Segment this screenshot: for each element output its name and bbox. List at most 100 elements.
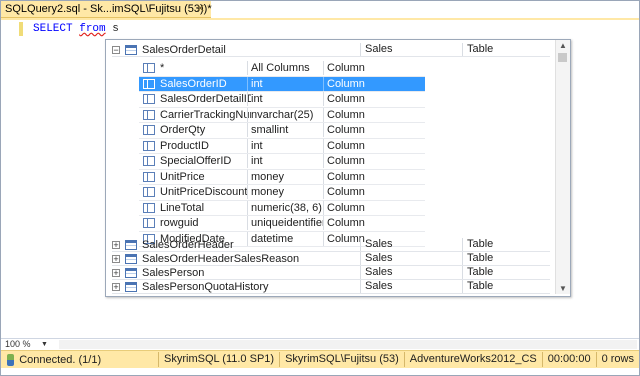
column-row[interactable]: UnitPriceDiscount money Column: [139, 185, 425, 201]
elapsed-time: 00:00:00: [541, 352, 596, 367]
from-keyword: from: [79, 23, 106, 35]
column-type: uniqueidentifier: [247, 216, 323, 231]
column-row[interactable]: ProductID int Column: [139, 138, 425, 154]
column-name: ProductID: [160, 139, 209, 152]
column-icon: [143, 140, 155, 151]
column-name: SalesOrderID: [160, 77, 227, 90]
column-kind: Column: [323, 154, 365, 169]
column-type: All Columns: [247, 61, 323, 76]
column-type: money: [247, 185, 323, 200]
column-icon: [143, 202, 155, 213]
table-schema: Sales: [360, 238, 462, 251]
column-type: int: [247, 154, 323, 169]
table-icon: [125, 253, 137, 264]
scroll-thumb[interactable]: [558, 53, 567, 62]
expand-toggle-icon[interactable]: +: [112, 282, 120, 291]
expand-toggle-icon[interactable]: +: [112, 240, 120, 249]
table-icon: [125, 239, 137, 250]
column-name: SalesOrderDetailID: [160, 93, 251, 106]
column-row[interactable]: * All Columns Column: [139, 61, 425, 77]
expand-toggle-icon[interactable]: +: [112, 254, 120, 263]
column-kind: Column: [323, 216, 365, 231]
column-icon: [143, 63, 155, 74]
horizontal-scrollbar[interactable]: [59, 340, 637, 349]
column-row[interactable]: OrderQty smallint Column: [139, 123, 425, 139]
column-row[interactable]: rowguid uniqueidentifier Column: [139, 216, 425, 232]
table-name: SalesPersonQuotaHistory: [142, 280, 269, 293]
column-kind: Column: [323, 107, 365, 122]
table-kind: Table: [462, 238, 552, 251]
column-type: int: [247, 138, 323, 153]
column-name: *: [160, 62, 165, 75]
column-type: smallint: [247, 123, 323, 138]
sql-editor[interactable]: SELECT from s − SalesOrderDetail Sales T…: [1, 20, 639, 337]
table-name: SalesOrderHeader: [142, 238, 234, 251]
column-row[interactable]: SalesOrderDetailID int Column: [139, 92, 425, 108]
column-kind: Column: [323, 185, 365, 200]
scroll-down-icon[interactable]: ▼: [558, 284, 568, 293]
column-name: LineTotal: [160, 201, 205, 214]
zoom-value: 100 %: [5, 339, 31, 349]
column-name: OrderQty: [160, 124, 206, 137]
table-name: SalesOrderDetail: [142, 43, 226, 56]
status-bar: Connected. (1/1) SkyrimSQL (11.0 SP1) Sk…: [1, 350, 639, 368]
table-name: SalesOrderHeaderSalesReason: [142, 252, 300, 265]
column-row[interactable]: UnitPrice money Column: [139, 169, 425, 185]
close-tab-icon[interactable]: ✕: [196, 2, 205, 15]
column-icon: [143, 156, 155, 167]
expand-toggle-icon[interactable]: +: [112, 268, 120, 277]
table-icon: [125, 44, 137, 55]
table-row-salesorderdetail[interactable]: − SalesOrderDetail Sales Table: [112, 43, 550, 57]
chevron-down-icon: ▼: [41, 341, 48, 348]
table-icon: [125, 267, 137, 278]
table-name: SalesPerson: [142, 266, 205, 279]
document-tab[interactable]: SQLQuery2.sql - Sk...imSQL\Fujitsu (53))…: [1, 1, 212, 18]
table-row[interactable]: + SalesPerson Sales Table: [112, 266, 550, 280]
connected-icon: [7, 353, 15, 366]
column-row[interactable]: SpecialOfferID int Column: [139, 154, 425, 170]
changed-line-marker: [19, 22, 23, 36]
column-icon: [143, 78, 155, 89]
table-row[interactable]: + SalesOrderHeader Sales Table: [112, 238, 550, 252]
column-icon: [143, 109, 155, 120]
column-kind: Column: [323, 92, 365, 107]
table-kind: Table: [462, 280, 552, 293]
table-schema: Sales: [360, 280, 462, 293]
table-row[interactable]: + SalesPersonQuotaHistory Sales Table: [112, 280, 550, 294]
table-kind: Table: [462, 252, 552, 265]
zoom-select[interactable]: 100 % ▼: [5, 339, 55, 350]
column-row[interactable]: LineTotal numeric(38, 6) Column: [139, 200, 425, 216]
collapse-toggle-icon[interactable]: −: [112, 45, 120, 54]
column-kind: Column: [323, 138, 365, 153]
column-type: numeric(38, 6): [247, 200, 323, 215]
table-kind: Table: [462, 43, 552, 56]
column-list: * All Columns Column SalesOrderID int Column S…: [139, 61, 425, 247]
table-schema: Sales: [360, 266, 462, 279]
column-name: UnitPrice: [160, 170, 205, 183]
select-keyword: SELECT: [33, 23, 73, 35]
column-icon: [143, 94, 155, 105]
column-kind: Column: [323, 123, 365, 138]
document-tab-strip: SQLQuery2.sql - Sk...imSQL\Fujitsu (53))…: [1, 1, 639, 18]
intellisense-popup[interactable]: − SalesOrderDetail Sales Table * All Colu…: [105, 39, 571, 297]
typed-identifier: s: [105, 23, 119, 35]
column-name: rowguid: [160, 217, 199, 230]
column-row[interactable]: SalesOrderID int Column: [139, 76, 425, 92]
column-type: int: [247, 92, 323, 107]
column-row[interactable]: CarrierTrackingNumbernvarchar(25)Column: [139, 107, 425, 123]
popup-scrollbar[interactable]: ▲ ▼: [555, 40, 570, 294]
code-line-1[interactable]: SELECT from s: [33, 23, 119, 35]
table-schema: Sales: [360, 43, 462, 56]
table-row[interactable]: + SalesOrderHeaderSalesReason Sales Table: [112, 252, 550, 266]
column-icon: [143, 187, 155, 198]
scroll-up-icon[interactable]: ▲: [558, 41, 568, 50]
column-type: nvarchar(25): [247, 107, 323, 122]
column-name: CarrierTrackingNumber: [160, 108, 251, 121]
column-kind: Column: [323, 76, 365, 91]
column-icon: [143, 218, 155, 229]
bottom-margin: [1, 368, 639, 375]
column-icon: [143, 171, 155, 182]
column-type: int: [247, 76, 323, 91]
document-tab-title: SQLQuery2.sql - Sk...imSQL\Fujitsu (53))…: [5, 3, 212, 15]
database-status: AdventureWorks2012_CS: [403, 352, 542, 367]
